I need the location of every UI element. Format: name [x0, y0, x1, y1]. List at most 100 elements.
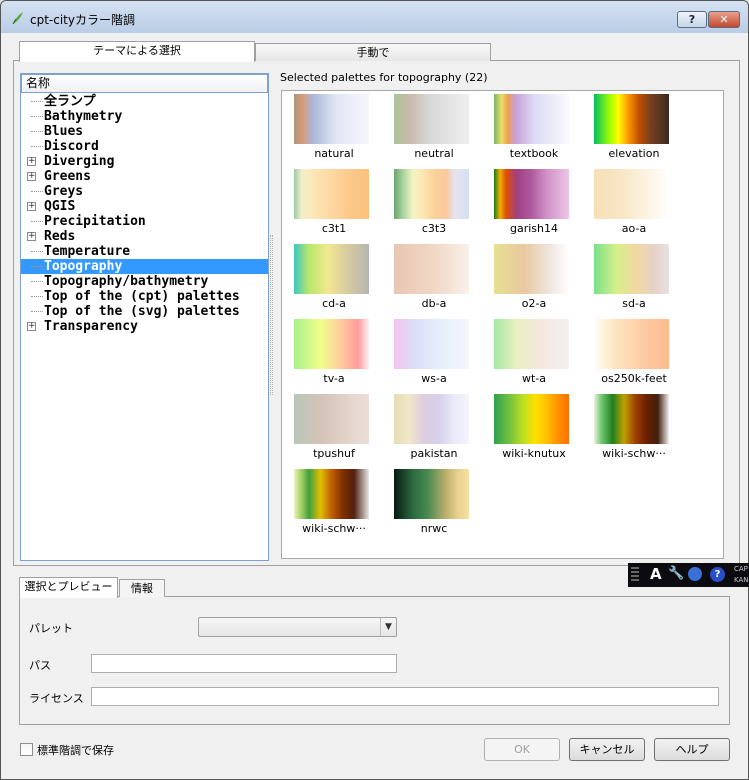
tree-item-label: Temperature — [44, 244, 131, 259]
close-button[interactable]: ✕ — [708, 11, 740, 28]
tree-item-label: Bathymetry — [44, 109, 123, 124]
palette-item[interactable]: tv-a — [287, 317, 369, 387]
palette-item[interactable]: c3t3 — [387, 167, 469, 237]
tree-item[interactable]: Bathymetry — [21, 109, 268, 124]
palette-item[interactable]: elevation — [587, 92, 669, 162]
tree-item[interactable]: Greys — [21, 184, 268, 199]
license-field[interactable] — [91, 687, 719, 706]
palette-item[interactable]: wt-a — [487, 317, 569, 387]
tab-selection-preview[interactable]: 選択とプレビュー — [19, 577, 118, 598]
theme-tree[interactable]: 名称 全ランプ Bathymetry Blues Discord + Diverging +… — [20, 73, 269, 561]
palette-item[interactable]: db-a — [387, 242, 469, 312]
palette-item[interactable]: neutral — [387, 92, 469, 162]
input-mode-icon[interactable]: A — [650, 565, 662, 583]
expand-icon[interactable]: + — [27, 172, 36, 181]
title-help-button[interactable]: ? — [677, 11, 707, 28]
palette-swatch[interactable] — [294, 319, 369, 369]
palette-item[interactable]: ws-a — [387, 317, 469, 387]
tree-item[interactable]: Temperature — [21, 244, 268, 259]
ime-icon[interactable] — [688, 567, 702, 581]
palette-swatch[interactable] — [294, 169, 369, 219]
tree-item[interactable]: Discord — [21, 139, 268, 154]
tree-item[interactable]: + Diverging — [21, 154, 268, 169]
palette-name: cd-a — [322, 297, 346, 310]
palette-swatch[interactable] — [294, 394, 369, 444]
palette-swatch[interactable] — [594, 319, 669, 369]
palette-swatch[interactable] — [494, 319, 569, 369]
palette-swatch[interactable] — [494, 94, 569, 144]
tree-connector — [31, 131, 43, 132]
tree-item[interactable]: Precipitation — [21, 214, 268, 229]
palette-name: pakistan — [410, 447, 458, 460]
palette-item[interactable]: os250k-feet — [587, 317, 669, 387]
tree-list: 全ランプ Bathymetry Blues Discord + Diverging + Gre… — [21, 94, 268, 334]
cancel-button[interactable]: キャンセル — [569, 738, 645, 761]
palette-name: neutral — [414, 147, 454, 160]
palette-swatch[interactable] — [494, 169, 569, 219]
tab-theme-selection[interactable]: テーマによる選択 — [19, 41, 255, 62]
palette-item[interactable]: nrwc — [387, 467, 469, 537]
palette-item[interactable]: tpushuf — [287, 392, 369, 462]
palette-grid: natural neutral textbook elevation c3t1 c3t3 g… — [281, 90, 724, 559]
palette-item[interactable]: ao-a — [587, 167, 669, 237]
palette-swatch[interactable] — [594, 244, 669, 294]
tree-item[interactable]: 全ランプ — [21, 94, 268, 109]
help-icon[interactable]: ? — [710, 567, 725, 582]
palette-item[interactable]: pakistan — [387, 392, 469, 462]
palette-item[interactable]: cd-a — [287, 242, 369, 312]
expand-icon[interactable]: + — [27, 202, 36, 211]
expand-icon[interactable]: + — [27, 322, 36, 331]
help-button[interactable]: ヘルプ — [654, 738, 730, 761]
tree-item[interactable]: Blues — [21, 124, 268, 139]
splitter-handle[interactable] — [270, 235, 273, 395]
license-label: ライセンス — [29, 692, 84, 705]
palette-item[interactable]: garish14 — [487, 167, 569, 237]
palette-item[interactable]: c3t1 — [287, 167, 369, 237]
tree-item[interactable]: Topography — [21, 259, 268, 274]
tab-info[interactable]: 情報 — [119, 579, 165, 597]
palette-swatch[interactable] — [594, 94, 669, 144]
tab-manual[interactable]: 手動で — [255, 43, 491, 61]
palette-swatch[interactable] — [294, 244, 369, 294]
tree-item[interactable]: + QGIS — [21, 199, 268, 214]
tree-item[interactable]: + Greens — [21, 169, 268, 184]
palette-item[interactable]: textbook — [487, 92, 569, 162]
palette-swatch[interactable] — [294, 469, 369, 519]
palette-swatch[interactable] — [494, 244, 569, 294]
expand-icon[interactable]: + — [27, 232, 36, 241]
tree-item[interactable]: Top of the (svg) palettes — [21, 304, 268, 319]
palette-combobox[interactable]: ▼ — [198, 617, 397, 637]
path-field[interactable] — [91, 654, 397, 673]
chevron-down-icon[interactable]: ▼ — [380, 618, 396, 636]
palette-swatch[interactable] — [394, 469, 469, 519]
palette-item[interactable]: wiki-schw··· — [587, 392, 669, 462]
tree-item[interactable]: + Reds — [21, 229, 268, 244]
palette-swatch[interactable] — [594, 394, 669, 444]
palette-swatch[interactable] — [494, 394, 569, 444]
palette-item[interactable]: o2-a — [487, 242, 569, 312]
tree-item-label: Top of the (cpt) palettes — [44, 289, 240, 304]
save-standard-checkbox[interactable] — [20, 743, 33, 756]
tree-item[interactable]: Top of the (cpt) palettes — [21, 289, 268, 304]
save-standard-label[interactable]: 標準階調で保存 — [37, 742, 114, 758]
palette-swatch[interactable] — [394, 394, 469, 444]
tree-item[interactable]: + Transparency — [21, 319, 268, 334]
palette-swatch[interactable] — [394, 244, 469, 294]
palette-swatch[interactable] — [394, 169, 469, 219]
palette-item[interactable]: sd-a — [587, 242, 669, 312]
tree-item-label: Greens — [44, 169, 91, 184]
tree-header-name[interactable]: 名称 — [21, 74, 268, 93]
ok-button[interactable]: OK — [484, 738, 560, 761]
tool-icon[interactable]: 🔧 — [668, 566, 684, 581]
tree-item-label: 全ランプ — [44, 94, 96, 109]
tree-item[interactable]: Topography/bathymetry — [21, 274, 268, 289]
palette-item[interactable]: wiki-schw··· — [287, 467, 369, 537]
palette-swatch[interactable] — [394, 94, 469, 144]
palette-item[interactable]: natural — [287, 92, 369, 162]
palette-item[interactable]: wiki-knutux — [487, 392, 569, 462]
palette-swatch[interactable] — [594, 169, 669, 219]
expand-icon[interactable]: + — [27, 157, 36, 166]
palette-swatch[interactable] — [294, 94, 369, 144]
grip-icon — [631, 567, 639, 583]
palette-swatch[interactable] — [394, 319, 469, 369]
